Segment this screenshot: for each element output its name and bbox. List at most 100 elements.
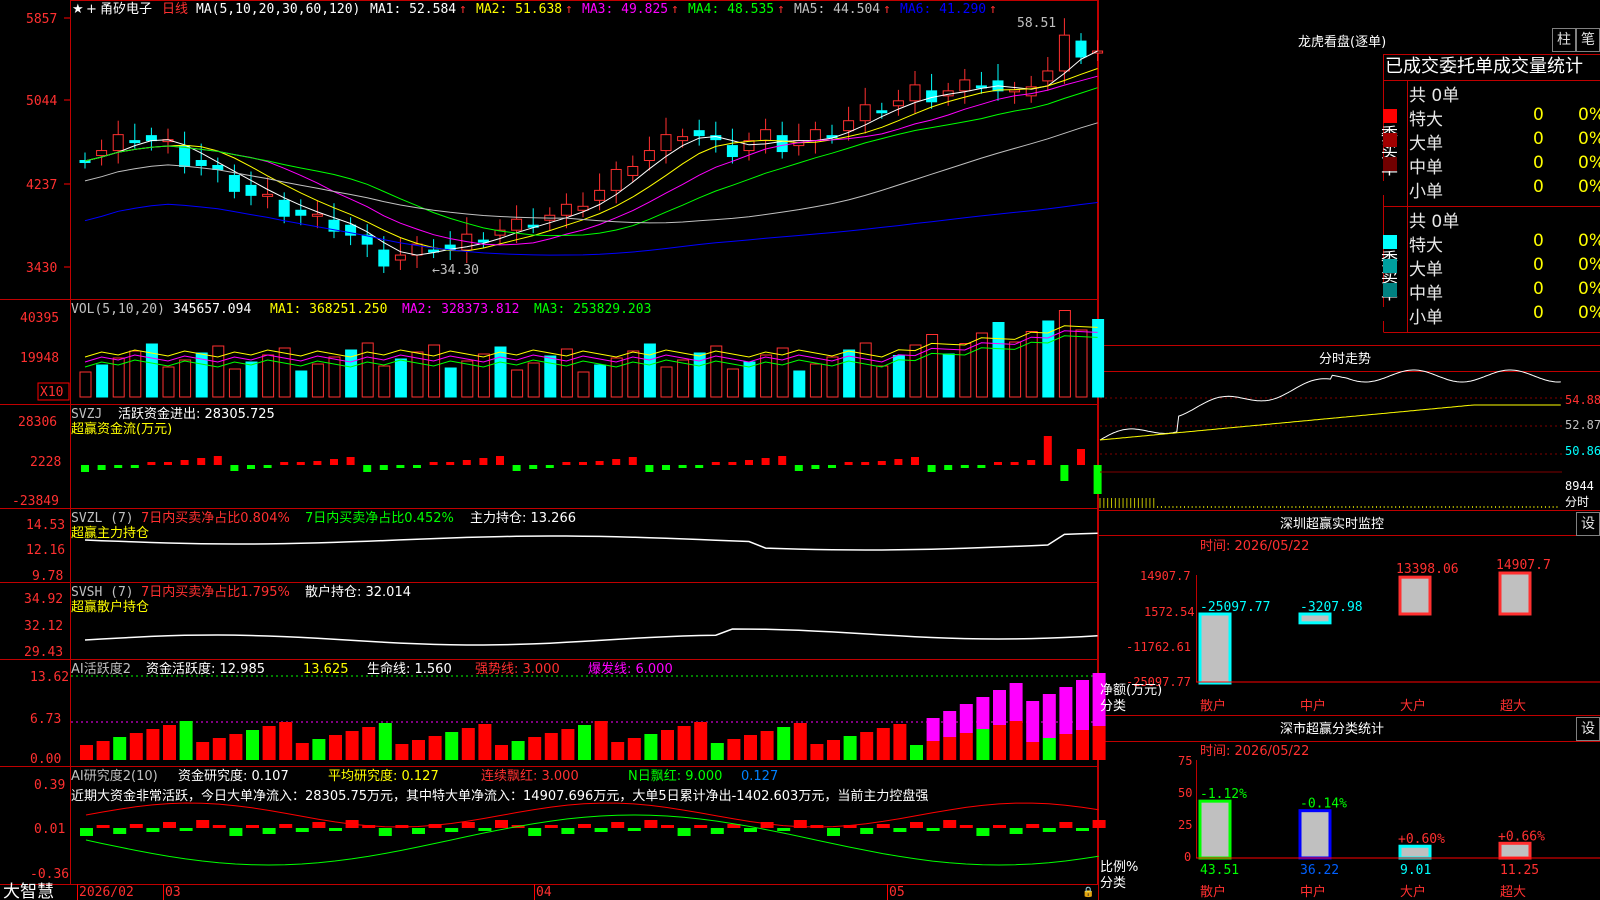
ai1-bar-top [1026, 701, 1040, 742]
svsh-y-axis: 34.92 32.12 29.43 [24, 592, 63, 660]
svzj-bar [429, 462, 438, 465]
volume-bars [79, 310, 1105, 398]
svzj-bar [877, 461, 886, 465]
ai2-bar [312, 822, 326, 828]
candle-body [511, 218, 523, 231]
high-note: 58.51 [1017, 16, 1056, 31]
y-label: 19948 [20, 351, 59, 366]
class-bar-value: 43.51 [1200, 863, 1239, 878]
ai2-bar [1026, 824, 1040, 828]
y-label: 5044 [26, 94, 57, 109]
ai1-p2: 13.625 [303, 662, 349, 677]
row-pct: 0% [1578, 279, 1600, 299]
class-bar-value: 11.25 [1500, 863, 1539, 878]
ai2-bar [561, 828, 575, 834]
ai1-bar [412, 740, 425, 760]
ai1-bar [1059, 734, 1073, 760]
brand-label: 大智慧 [3, 882, 54, 900]
intraday-chart [1099, 369, 1562, 508]
y-label: 1572.54 [1144, 605, 1195, 619]
y-label: 52.87 [1565, 418, 1600, 432]
svzj-bar [346, 457, 355, 465]
svzl-subtitle: 超赢主力持仓 [71, 525, 149, 541]
ma-line [84, 50, 1098, 256]
ai2-bar [1059, 822, 1073, 828]
ai2-bar [246, 825, 259, 828]
volume-bar [444, 367, 457, 398]
ma-label: MA3: 49.825 [582, 2, 668, 17]
volume-bar [129, 350, 142, 398]
volume-bar [909, 344, 922, 398]
svzj-y-axis: 28306 2228 -23849 [12, 415, 61, 509]
row-pct: 0% [1578, 177, 1600, 197]
svzj-bar [894, 459, 903, 465]
ai1-bar [777, 727, 791, 760]
sz-class-settings-button[interactable]: 设 [1576, 717, 1600, 741]
volume-bar [1092, 319, 1105, 398]
star-icon[interactable]: ★ [72, 2, 84, 17]
svzj-bar [97, 465, 106, 470]
sz-monitor-settings-button[interactable]: 设 [1576, 512, 1600, 536]
sz-class-time: 时间: 2026/05/22 [1200, 744, 1309, 759]
ai1-bar [544, 733, 558, 760]
row-name: 中单 [1409, 158, 1443, 178]
class-bar-change: +0.60% [1398, 832, 1445, 847]
svzj-bar [662, 465, 670, 470]
candle-body [96, 150, 108, 157]
volume-bar [79, 371, 92, 398]
svzl-line [84, 532, 1098, 551]
ai1-bar-top [959, 704, 973, 733]
svzj-bar [927, 465, 936, 472]
y-label: 0 [1184, 850, 1191, 864]
ai1-bar [196, 742, 210, 760]
class-bar-category: 散户 [1200, 884, 1226, 900]
sz-monitor-y-axis: 14907.7 1572.54 -11762.61 -25097.77 [1126, 569, 1195, 689]
tick-view-button[interactable]: 笔 [1576, 28, 1600, 52]
period-label[interactable]: 日线 [162, 2, 188, 17]
svzj-bar [911, 457, 919, 465]
volume-bar [959, 343, 972, 398]
ai2-bar [1042, 828, 1056, 832]
candle-body [394, 254, 406, 261]
ai2-bar [611, 822, 625, 828]
ai1-bar [860, 732, 874, 760]
ai1-bar [163, 725, 176, 760]
ai1-bar-top [993, 690, 1006, 725]
svzj-bar [545, 465, 554, 468]
ai2-bar [661, 825, 674, 828]
buy-row: 大单 0 0% [1383, 128, 1600, 154]
candle-body [643, 150, 655, 162]
intraday-y-axis: 54.88 [1565, 393, 1600, 407]
ma-labels: MA1: 52.584 ↑ MA2: 51.638 ↑ MA3: 49.825 ↑ MA4:… [370, 2, 997, 17]
lock-icon[interactable]: 🔒 [1082, 886, 1094, 898]
volume-bar [710, 345, 723, 398]
vol-ma-line [84, 325, 1098, 358]
intraday-vol-label: 8944 [1565, 479, 1594, 493]
volume-bar [461, 360, 474, 398]
candle-body [1075, 40, 1087, 58]
sz-monitor-time: 时间: 2026/05/22 [1200, 539, 1309, 554]
ai2-bar [445, 828, 459, 832]
ai2-title: AI研究度2(10) [71, 768, 158, 784]
candle-body [378, 249, 390, 267]
ai2-bar [129, 824, 143, 828]
volume-bar [378, 365, 391, 398]
svzl-title: SVZL (7) [71, 511, 134, 526]
bar-view-button[interactable]: 柱 [1552, 28, 1576, 52]
sz-bar [1498, 571, 1532, 616]
svzj-bar [247, 465, 255, 469]
chart-canvas[interactable]: 5857 5044 4237 3430 ★ + 甬矽电子 日线 MA(5,10,… [0, 0, 1600, 900]
ma-indicator-label: MA(5,10,20,30,60,120) [196, 2, 360, 17]
row-count: 0 [1533, 105, 1544, 125]
ai2-p1: 资金研究度: 0.107 [178, 768, 289, 784]
color-swatch [1383, 157, 1397, 171]
buy-row: 小单 0 0% [1383, 176, 1600, 202]
svzj-bar [280, 462, 289, 465]
class-bar-category: 大户 [1400, 884, 1426, 900]
volume-bar [511, 369, 524, 398]
ai2-bar [1009, 828, 1023, 834]
ai2-bar [229, 828, 243, 836]
ai2-bar [1092, 820, 1106, 828]
candle-body [859, 104, 871, 122]
ai1-bar [1092, 726, 1106, 760]
